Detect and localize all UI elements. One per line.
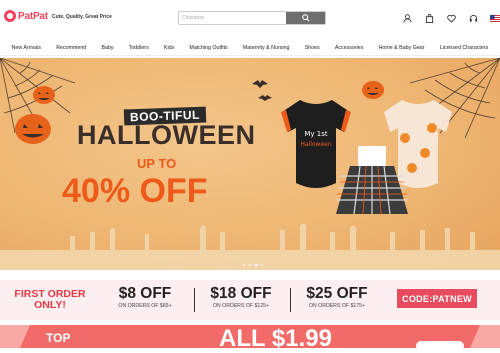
banner-up-to: UP TO	[137, 156, 177, 171]
logo-mark-icon	[4, 10, 16, 22]
first-order-label: FIRST ORDER ONLY!	[14, 288, 86, 311]
nav-item-kids[interactable]: Kids	[162, 45, 176, 51]
deal-condition: ON ORDERS OF $65+	[118, 303, 172, 309]
deal-item: $18 OFF ON ORDERS OF $125+	[196, 285, 286, 309]
nav-item-new-arrivals[interactable]: New Arrivals	[10, 45, 43, 51]
search-button[interactable]	[286, 12, 325, 24]
nav-item-baby[interactable]: Baby	[99, 45, 115, 51]
halloween-artwork: My 1st Halloween	[0, 58, 500, 270]
deal-divider	[290, 288, 291, 312]
deal-item: $25 OFF ON ORDERS OF $175+	[292, 285, 382, 309]
hero-banner[interactable]: My 1st Halloween	[0, 58, 500, 270]
banner-headline-large: HALLOWEEN	[77, 120, 256, 150]
nav-item-toddlers[interactable]: Toddlers	[127, 45, 151, 51]
search-icon	[301, 14, 310, 22]
us-flag-icon[interactable]	[488, 11, 500, 25]
heart-icon[interactable]	[444, 11, 458, 25]
svg-text:Halloween: Halloween	[300, 141, 331, 148]
top-label: TOP	[46, 331, 71, 345]
nav-item-accessories[interactable]: Accessories	[333, 45, 366, 51]
category-nav: New Arrivals Recommend Baby Toddlers Kid…	[0, 40, 500, 56]
deal-condition: ON ORDERS OF $125+	[212, 303, 270, 309]
nav-item-home-baby-gear[interactable]: Home & Baby Gear	[377, 45, 427, 51]
search-bar	[178, 11, 326, 25]
banner-discount: 40% OFF	[62, 172, 208, 210]
promo-code-badge[interactable]: CODE:PATNEW	[397, 289, 477, 308]
nav-item-recommend[interactable]: Recommend	[54, 45, 88, 51]
logo[interactable]: PatPat	[4, 10, 48, 22]
nav-item-maternity[interactable]: Maternity & Nursing	[241, 45, 292, 51]
search-input[interactable]	[179, 12, 287, 24]
deal-amount: $25 OFF	[306, 285, 368, 302]
brand-name: PatPat	[18, 10, 48, 22]
nav-item-licensed-characters[interactable]: Licensed Characters	[438, 45, 491, 51]
svg-text:My 1st: My 1st	[304, 130, 328, 138]
deal-amount: $18 OFF	[210, 285, 272, 302]
user-icon[interactable]	[400, 11, 414, 25]
headset-icon[interactable]	[466, 11, 480, 25]
deal-divider	[194, 288, 195, 312]
brand-tagline: Cute, Quality, Great Price	[52, 14, 112, 20]
deal-amount: $8 OFF	[118, 285, 172, 302]
deal-item: $8 OFF ON ORDERS OF $65+	[100, 285, 190, 309]
nav-item-matching-outfits[interactable]: Matching Outfits	[187, 45, 229, 51]
site-header: PatPat Cute, Quality, Great Price	[0, 0, 500, 38]
deal-condition: ON ORDERS OF $175+	[308, 303, 366, 309]
price-headline: ALL $1.99	[219, 325, 332, 352]
shop-now-button[interactable]	[416, 341, 464, 351]
nav-item-shoes[interactable]: Shoes	[303, 45, 322, 51]
bag-icon[interactable]	[422, 11, 436, 25]
